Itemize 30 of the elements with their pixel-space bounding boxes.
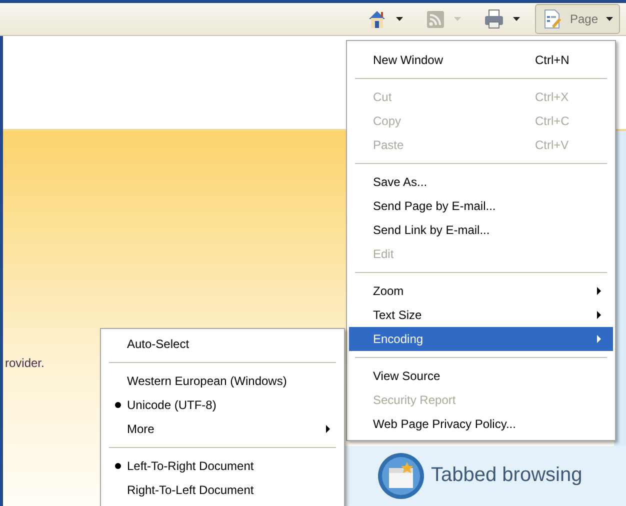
menu-item[interactable]: View Source	[349, 364, 613, 388]
caret-icon	[606, 17, 613, 21]
menu-item[interactable]: Right-To-Left Document	[103, 478, 342, 502]
page-icon	[542, 8, 562, 30]
menu-item[interactable]: Left-To-Right Document	[103, 454, 342, 478]
menu-item[interactable]: Encoding	[349, 327, 613, 351]
page-button[interactable]: Page	[534, 4, 620, 34]
tab-icon	[377, 452, 425, 500]
menu-item[interactable]: Western European (Windows)	[103, 369, 342, 393]
submenu-arrow-icon	[326, 425, 330, 433]
menu-item[interactable]: New Window Ctrl+N	[349, 48, 613, 72]
feed-icon	[424, 8, 446, 30]
printer-icon	[482, 8, 505, 30]
menu-item[interactable]: Send Link by E-mail...	[349, 218, 613, 242]
feature-title: Tabbed browsing	[431, 464, 582, 487]
submenu-arrow-icon	[597, 311, 601, 319]
menu-item[interactable]: Zoom	[349, 279, 613, 303]
menu-item[interactable]: Text Size	[349, 303, 613, 327]
menu-item[interactable]: Save As...	[349, 170, 613, 194]
submenu-arrow-icon	[597, 287, 601, 295]
caret-icon	[396, 17, 403, 21]
menu-item[interactable]: Unicode (UTF-8)	[103, 393, 342, 417]
submenu-arrow-icon	[597, 335, 601, 343]
caret-icon	[454, 17, 461, 21]
page-text: rovider.	[5, 356, 44, 370]
menu-item[interactable]: Web Page Privacy Policy...	[349, 412, 613, 436]
menu-item[interactable]: Send Page by E-mail...	[349, 194, 613, 218]
menu-item[interactable]: More	[103, 417, 342, 441]
menu-item[interactable]: Auto-Select	[103, 332, 342, 356]
caret-icon	[512, 17, 520, 21]
